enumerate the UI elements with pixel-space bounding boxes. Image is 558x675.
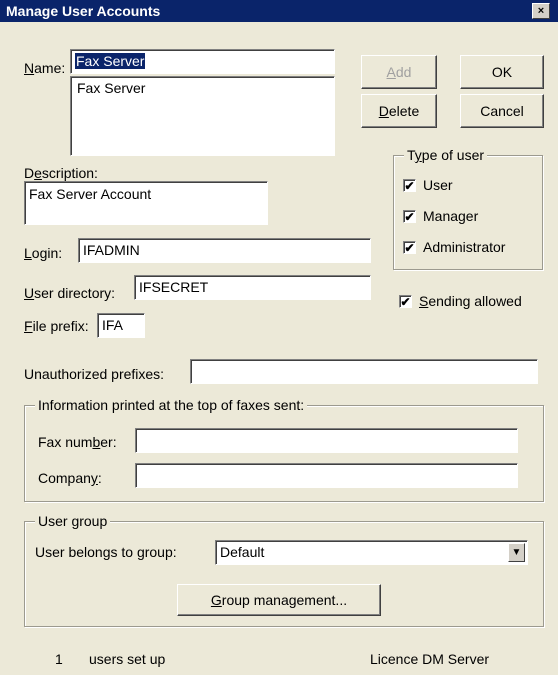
user-count: 1 bbox=[55, 651, 63, 667]
fax-number-label: Fax number: bbox=[38, 434, 117, 450]
add-button[interactable]: Add bbox=[361, 55, 437, 89]
administrator-checkbox-row[interactable]: ✔ Administrator bbox=[403, 239, 505, 255]
user-group-legend: User group bbox=[35, 513, 111, 529]
user-list-item[interactable]: Fax Server bbox=[77, 80, 328, 96]
ok-button[interactable]: OK bbox=[460, 55, 544, 89]
user-directory-label: User directory: bbox=[24, 285, 116, 301]
login-label: Login: bbox=[24, 245, 63, 261]
fax-number-input[interactable] bbox=[135, 428, 518, 453]
fax-info-group: Information printed at the top of faxes … bbox=[24, 397, 544, 502]
login-input[interactable]: IFADMIN bbox=[78, 238, 371, 263]
user-checkbox[interactable]: ✔ bbox=[403, 178, 416, 192]
user-list[interactable]: Fax Server bbox=[70, 76, 335, 156]
unauthorized-prefixes-input[interactable] bbox=[190, 359, 538, 384]
title-bar: Manage User Accounts × bbox=[0, 0, 558, 22]
name-input-value: Fax Server bbox=[75, 53, 146, 69]
sending-allowed-label: Sending allowed bbox=[419, 293, 522, 309]
window-title: Manage User Accounts bbox=[6, 3, 161, 19]
licence-label: Licence DM Server bbox=[370, 651, 490, 667]
administrator-checkbox-label: Administrator bbox=[423, 239, 506, 255]
name-label: Name: bbox=[24, 60, 66, 76]
manager-checkbox[interactable]: ✔ bbox=[403, 209, 416, 223]
user-group-selected: Default bbox=[220, 544, 265, 560]
name-input[interactable]: Fax Server bbox=[70, 49, 335, 74]
cancel-button[interactable]: Cancel bbox=[460, 94, 544, 128]
company-label: Company: bbox=[38, 470, 102, 486]
user-group-group: User group User belongs to group: Defaul… bbox=[24, 513, 544, 627]
group-management-button[interactable]: Group management... bbox=[177, 584, 381, 616]
user-checkbox-label: User bbox=[423, 177, 453, 193]
sending-allowed-checkbox[interactable]: ✔ bbox=[399, 294, 412, 308]
manager-checkbox-row[interactable]: ✔ Manager bbox=[403, 208, 478, 224]
user-group-dropdown[interactable]: Default ▼ bbox=[215, 540, 528, 565]
user-directory-input[interactable]: IFSECRET bbox=[134, 275, 371, 300]
sending-allowed-row[interactable]: ✔ Sending allowed bbox=[399, 293, 522, 309]
user-checkbox-row[interactable]: ✔ User bbox=[403, 177, 453, 193]
type-of-user-group: Type of user ✔ User ✔ Manager ✔ Administ… bbox=[393, 147, 543, 270]
administrator-checkbox[interactable]: ✔ bbox=[403, 240, 416, 254]
user-belongs-label: User belongs to group: bbox=[35, 544, 177, 560]
type-of-user-legend: Type of user bbox=[404, 147, 488, 163]
chevron-down-icon[interactable]: ▼ bbox=[508, 543, 525, 562]
manager-checkbox-label: Manager bbox=[423, 208, 479, 224]
fax-info-legend: Information printed at the top of faxes … bbox=[35, 397, 308, 413]
unauthorized-prefixes-label: Unauthorized prefixes: bbox=[24, 366, 165, 382]
user-directory-value: IFSECRET bbox=[139, 279, 209, 295]
delete-button[interactable]: Delete bbox=[361, 94, 437, 128]
users-set-up-label: users set up bbox=[89, 651, 166, 667]
description-input[interactable]: Fax Server Account bbox=[24, 181, 268, 225]
close-icon[interactable]: × bbox=[532, 3, 550, 19]
login-value: IFADMIN bbox=[83, 242, 140, 258]
file-prefix-value: IFA bbox=[102, 317, 124, 333]
description-label: Description: bbox=[24, 165, 98, 181]
company-input[interactable] bbox=[135, 463, 518, 488]
file-prefix-label: File prefix: bbox=[24, 318, 89, 334]
file-prefix-input[interactable]: IFA bbox=[97, 313, 145, 338]
description-value: Fax Server Account bbox=[29, 186, 152, 202]
